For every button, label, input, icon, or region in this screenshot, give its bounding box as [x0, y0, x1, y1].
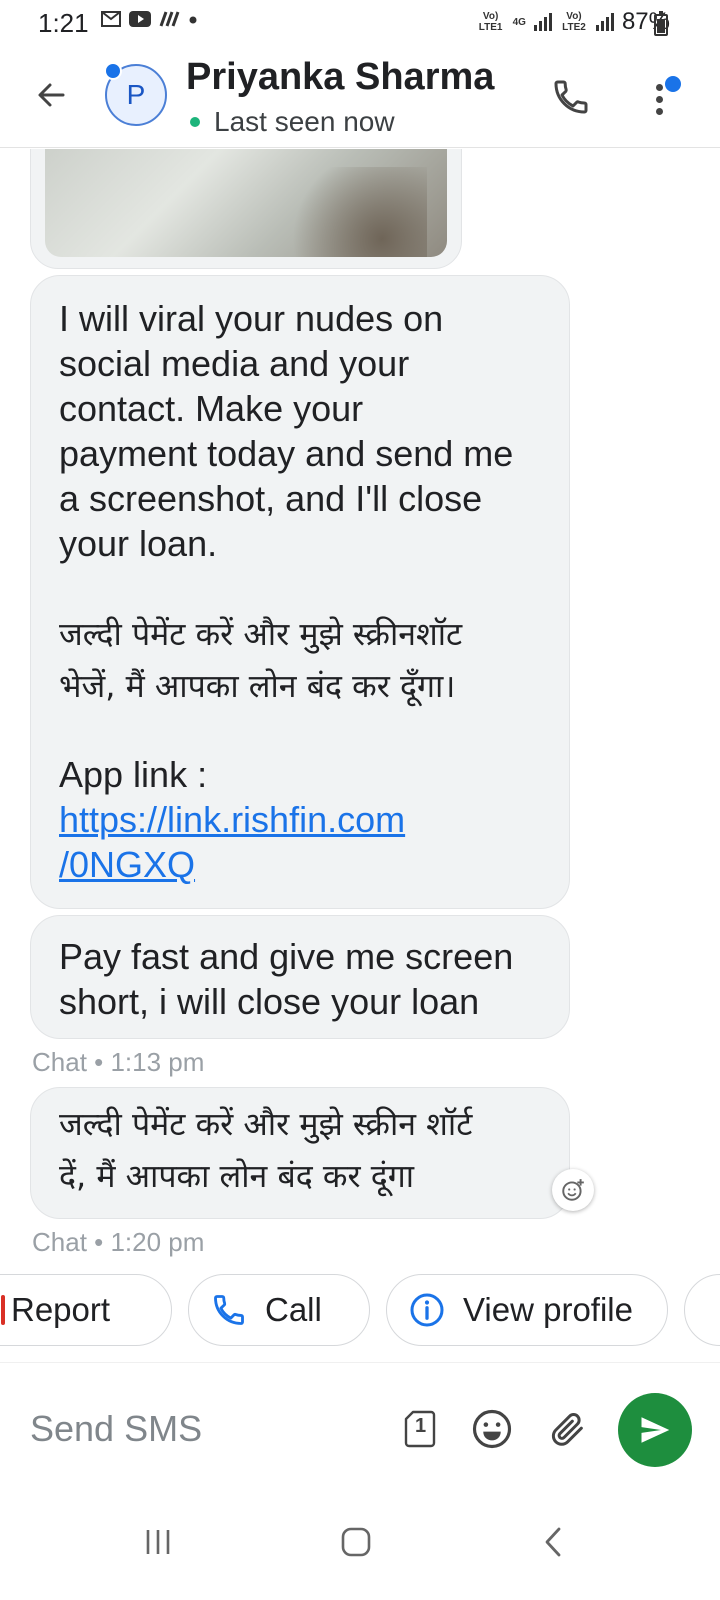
- call-chip[interactable]: Call: [188, 1274, 370, 1346]
- report-icon: [1, 1295, 5, 1325]
- send-button[interactable]: [618, 1393, 692, 1467]
- paperclip-icon: [551, 1413, 583, 1446]
- photo-attachment[interactable]: [45, 149, 447, 257]
- message-bubble[interactable]: I will viral your nudes on social media …: [30, 275, 570, 909]
- phone-icon: [554, 80, 588, 114]
- report-chip[interactable]: Report: [0, 1274, 172, 1346]
- more-vert-dot: [656, 96, 663, 103]
- signal-app-icon: [158, 10, 180, 34]
- app-link-label: App link :: [59, 754, 208, 795]
- back-arrow-icon: [38, 83, 65, 107]
- call-label: Call: [265, 1291, 322, 1328]
- online-dot-icon: [190, 117, 200, 127]
- home-button[interactable]: [326, 1512, 386, 1572]
- phone-icon: [214, 1295, 244, 1325]
- message-text-en: I will viral your nudes on social media …: [59, 298, 514, 564]
- sim2-signal-icon: [595, 13, 614, 31]
- message-meta: Chat • 1:13 pm: [32, 1047, 205, 1077]
- message-list[interactable]: I will viral your nudes on social media …: [0, 149, 720, 1259]
- message-bubble[interactable]: जल्दी पेमेंट करें और मुझे स्क्रीन शॉर्ट …: [30, 1087, 570, 1219]
- emoji-button[interactable]: [468, 1405, 516, 1453]
- app-link-line1: https://link.rishfin.com: [59, 799, 406, 840]
- app-link-line2: /0NGXQ: [59, 844, 196, 885]
- view-profile-chip[interactable]: View profile: [386, 1274, 668, 1346]
- status-time: 1:21: [38, 8, 89, 38]
- info-icon: [410, 1293, 444, 1327]
- contact-name[interactable]: Priyanka Sharma: [186, 56, 494, 99]
- add-reaction-icon: [562, 1179, 584, 1201]
- recent-apps-icon: [146, 1530, 170, 1554]
- battery-icon: [654, 11, 668, 36]
- send-icon: [641, 1417, 670, 1443]
- message-text-hi: जल्दी पेमेंट करें और मुझे स्क्रीनशॉट भेज…: [59, 615, 463, 705]
- presence-text: Last seen now: [214, 106, 395, 137]
- network-type-label: 4G: [512, 16, 526, 28]
- sim1-label: Vo) LTE1: [478, 11, 503, 33]
- message-composer: 1: [0, 1362, 720, 1492]
- status-bar: 1:21 Vo) LTE1 4G Vo) LTE2 87%: [0, 0, 720, 50]
- notification-icons: [100, 10, 200, 34]
- add-reaction-button[interactable]: [552, 1169, 594, 1211]
- more-vert-icon: [656, 84, 663, 91]
- call-button[interactable]: [546, 72, 596, 122]
- message-text-hi: जल्दी पेमेंट करें और मुझे स्क्रीन शॉर्ट …: [59, 1105, 473, 1195]
- recent-apps-button[interactable]: [128, 1512, 188, 1572]
- message-bubble[interactable]: Pay fast and give me screen short, i wil…: [30, 915, 570, 1039]
- chevron-left-icon: [545, 1527, 561, 1557]
- more-chip[interactable]: [684, 1274, 720, 1346]
- more-options-button[interactable]: [640, 72, 681, 122]
- back-button[interactable]: [28, 72, 74, 118]
- home-icon: [341, 1527, 371, 1557]
- message-meta: Chat • 1:20 pm: [32, 1227, 205, 1257]
- report-label: Report: [11, 1291, 111, 1328]
- sim1-signal-icon: [533, 13, 552, 31]
- sms-input[interactable]: [30, 1401, 370, 1457]
- attach-button[interactable]: [544, 1405, 592, 1453]
- sim-badge: 1: [415, 1415, 427, 1437]
- notification-dot: [665, 76, 681, 92]
- dot-icon: [186, 10, 200, 34]
- battery-fill: [657, 19, 665, 33]
- system-nav-bar: [0, 1492, 720, 1600]
- gmail-icon: [100, 10, 122, 34]
- conversation-header: P Priyanka Sharma Last seen now: [0, 50, 720, 148]
- image-message[interactable]: [30, 149, 462, 269]
- more-vert-dot: [656, 108, 663, 115]
- status-right-group: Vo) LTE1 4G Vo) LTE2 87%: [477, 8, 670, 36]
- youtube-icon: [128, 10, 152, 34]
- back-nav-button[interactable]: [524, 1512, 584, 1572]
- suggestion-chips: Report Call View profile: [0, 1272, 720, 1352]
- sim-select-button[interactable]: 1: [396, 1405, 444, 1453]
- avatar-initial: P: [126, 79, 146, 110]
- emoji-icon: [472, 1409, 512, 1449]
- avatar-badge-icon: [104, 62, 122, 80]
- message-text: Pay fast and give me screen short, i wil…: [59, 936, 514, 1022]
- presence-status: Last seen now: [190, 106, 395, 138]
- app-link[interactable]: https://link.rishfin.com /0NGXQ: [59, 797, 541, 887]
- sim2-label: Vo) LTE2: [562, 11, 586, 33]
- view-profile-label: View profile: [463, 1291, 633, 1328]
